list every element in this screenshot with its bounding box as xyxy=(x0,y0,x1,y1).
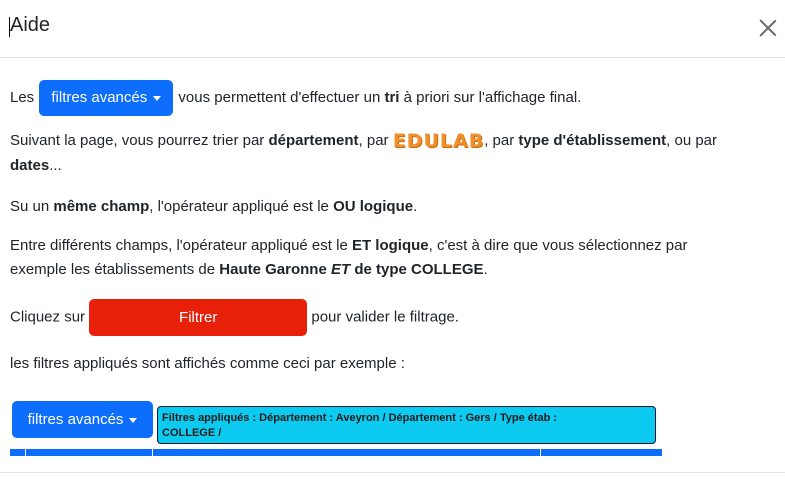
text: , ou par xyxy=(666,132,718,149)
text: Entre différents champs, l'opérateur app… xyxy=(10,237,348,254)
text: vous permettent d'effectuer un xyxy=(178,88,381,106)
paragraph-different-fields-line2: exemple les établissements de Haute Garo… xyxy=(10,258,488,282)
applied-filters-line2: COLLEGE / xyxy=(162,427,222,439)
table-header-bar xyxy=(10,449,662,456)
text: Les xyxy=(10,88,35,106)
text: à priori sur l'affichage final. xyxy=(403,88,582,106)
applied-filters-badge: Filtres appliqués : Département : Aveyro… xyxy=(157,406,656,444)
text: pour valider le filtrage. xyxy=(311,308,459,326)
paragraph-different-fields: Entre différents champs, l'opérateur app… xyxy=(10,234,688,258)
advanced-filters-button-label: filtres avancés xyxy=(51,89,148,106)
edulab-logo: EDULAB xyxy=(392,130,485,152)
modal-header: Aide xyxy=(0,0,785,58)
divider xyxy=(540,449,541,456)
divider xyxy=(25,449,26,456)
bold-text: dates xyxy=(10,157,50,174)
text: . xyxy=(413,198,418,215)
text: Su un xyxy=(10,198,50,215)
filter-button[interactable]: Filtrer xyxy=(89,299,308,336)
bold-text: département xyxy=(268,132,359,149)
text: , c'est à dire que vous sélectionnez par xyxy=(428,237,688,254)
text: , par xyxy=(358,132,389,149)
paragraph-filter-button: Cliquez sur Filtrer pour valider le filt… xyxy=(10,299,459,336)
close-icon[interactable] xyxy=(756,16,780,40)
bold-text: OU logique xyxy=(333,198,414,215)
bold-text: tri xyxy=(384,88,400,106)
paragraph-same-field: Su un même champ, l'opérateur appliqué e… xyxy=(10,195,417,219)
text: , par xyxy=(484,132,515,149)
paragraph-filters-intro: Les filtres avancés vous permettent d'ef… xyxy=(10,80,581,116)
bold-text: même champ xyxy=(53,198,150,215)
caret-down-icon xyxy=(153,95,162,101)
bold-text: ET logique xyxy=(351,237,429,254)
text: Suivant la page, vous pourrez trier par xyxy=(10,132,265,149)
applied-filters-line1: Filtres appliqués : Département : Aveyro… xyxy=(162,412,558,424)
divider xyxy=(152,449,153,456)
modal-title: Aide xyxy=(8,14,51,37)
caret-down-icon xyxy=(129,417,138,423)
text: exemple les établissements de xyxy=(10,261,216,278)
example-advanced-filters-label: filtres avancés xyxy=(27,411,124,428)
paragraph-sort-options-line2: dates... xyxy=(10,154,62,178)
italic-text: ET xyxy=(330,261,351,278)
paragraph-example-intro: les filtres appliqués sont affichés comm… xyxy=(10,355,405,372)
text: Cliquez sur xyxy=(10,308,86,326)
advanced-filters-button[interactable]: filtres avancés xyxy=(39,80,174,116)
bold-text: type d'établissement xyxy=(518,132,667,149)
example-advanced-filters-button[interactable]: filtres avancés xyxy=(12,401,153,438)
paragraph-sort-options: Suivant la page, vous pourrez trier par … xyxy=(10,129,717,153)
bold-text: de type COLLEGE xyxy=(354,261,484,278)
bold-text: Haute Garonne xyxy=(219,261,327,278)
text: . xyxy=(483,261,488,278)
modal-footer-divider xyxy=(0,472,785,473)
text: , l'opérateur appliqué est le xyxy=(149,198,329,215)
text: ... xyxy=(49,157,62,174)
